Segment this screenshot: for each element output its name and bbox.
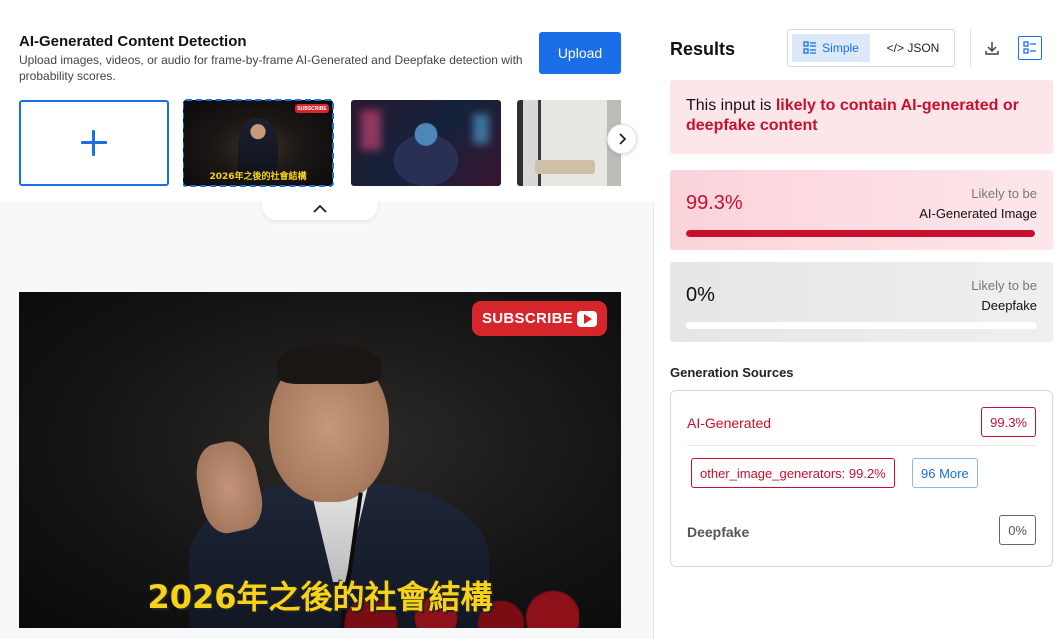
chevron-right-icon bbox=[619, 133, 627, 145]
preview-hair bbox=[277, 344, 381, 384]
deepfake-source-badge: 0% bbox=[999, 515, 1036, 545]
add-media-tile[interactable] bbox=[19, 100, 169, 186]
thumbnail-cyberpunk-portrait[interactable] bbox=[351, 100, 501, 186]
play-icon bbox=[577, 310, 598, 327]
list-view-icon bbox=[803, 41, 817, 54]
page-title: AI-Generated Content Detection bbox=[19, 33, 247, 50]
ai-score-value: 99.3% bbox=[686, 192, 743, 214]
verdict-banner: This input is likely to contain AI-gener… bbox=[670, 80, 1053, 154]
ai-generated-source-badge: 99.3% bbox=[981, 407, 1036, 437]
ai-score-bar-fill bbox=[686, 230, 1035, 237]
generation-sources-title: Generation Sources bbox=[670, 365, 794, 380]
thumbnail-living-room[interactable] bbox=[517, 100, 621, 186]
deepfake-category-text: Deepfake bbox=[981, 298, 1037, 313]
left-panel: AI-Generated Content Detection Upload im… bbox=[0, 0, 654, 639]
deepfake-score-value: 0% bbox=[686, 284, 715, 306]
view-toggle: Simple </> JSON bbox=[787, 29, 955, 67]
more-sources-button[interactable]: 96 More bbox=[912, 458, 978, 488]
carousel-next-button[interactable] bbox=[607, 124, 637, 154]
deepfake-likely-text: Likely to be bbox=[971, 278, 1037, 293]
neon-glow bbox=[473, 114, 489, 144]
download-icon bbox=[985, 42, 999, 55]
page-subtitle: Upload images, videos, or audio for fram… bbox=[19, 53, 523, 83]
ai-category-text: AI-Generated Image bbox=[919, 206, 1037, 221]
verdict-prefix: This input is bbox=[686, 97, 776, 114]
deepfake-score-card: 0% Likely to be Deepfake bbox=[670, 262, 1053, 342]
thumbnail-caption: 2026年之後的社會結構 bbox=[209, 172, 307, 182]
preview-caption: 2026年之後的社會結構 bbox=[147, 578, 493, 616]
ai-likely-text: Likely to be bbox=[971, 186, 1037, 201]
simple-view-button[interactable]: Simple bbox=[792, 34, 870, 62]
media-preview: SUBSCRIBE 2026年之後的社會結構 bbox=[19, 292, 621, 628]
json-view-label: </> JSON bbox=[886, 41, 940, 55]
generation-sources-box: AI-Generated 99.3% other_image_generator… bbox=[670, 390, 1053, 567]
ai-generated-score-card: 99.3% Likely to be AI-Generated Image bbox=[670, 170, 1053, 250]
results-title: Results bbox=[670, 39, 736, 59]
thumbnail-subscribe-badge: SUBSCRIBE bbox=[295, 104, 329, 113]
neon-glow bbox=[361, 110, 381, 150]
simple-view-label: Simple bbox=[822, 41, 859, 55]
preview-subscribe-badge: SUBSCRIBE bbox=[472, 301, 607, 336]
thumbnail-strip: SUBSCRIBE 2026年之後的社會結構 bbox=[183, 98, 621, 188]
upload-button[interactable]: Upload bbox=[539, 32, 621, 74]
download-button[interactable] bbox=[981, 36, 1003, 60]
deepfake-score-bar bbox=[686, 322, 1037, 329]
upload-area: AI-Generated Content Detection Upload im… bbox=[0, 0, 654, 202]
plus-icon bbox=[81, 130, 107, 156]
deepfake-score-label: Likely to be Deepfake bbox=[971, 276, 1037, 316]
subscribe-text: SUBSCRIBE bbox=[481, 310, 574, 327]
ai-score-label: Likely to be AI-Generated Image bbox=[919, 184, 1037, 224]
ai-score-bar bbox=[686, 230, 1037, 237]
model-source-chip[interactable]: other_image_generators: 99.2% bbox=[691, 458, 895, 488]
toolbar-divider bbox=[970, 29, 971, 67]
json-view-button[interactable]: </> JSON bbox=[876, 34, 950, 62]
source-divider bbox=[687, 445, 1036, 446]
sofa-shape bbox=[535, 160, 595, 174]
collapse-thumbnails-button[interactable] bbox=[262, 198, 378, 220]
ai-generated-source-label: AI-Generated bbox=[687, 415, 772, 431]
deepfake-source-label: Deepfake bbox=[687, 524, 750, 540]
thumbnail-speaker-video[interactable]: SUBSCRIBE 2026年之後的社會結構 bbox=[183, 99, 334, 187]
preview-hand bbox=[190, 436, 268, 538]
details-list-icon bbox=[1023, 41, 1036, 54]
chevron-up-icon bbox=[313, 204, 327, 213]
details-view-button[interactable] bbox=[1018, 36, 1042, 60]
results-panel: Results Simple </> JSON This input is li… bbox=[655, 0, 1063, 639]
